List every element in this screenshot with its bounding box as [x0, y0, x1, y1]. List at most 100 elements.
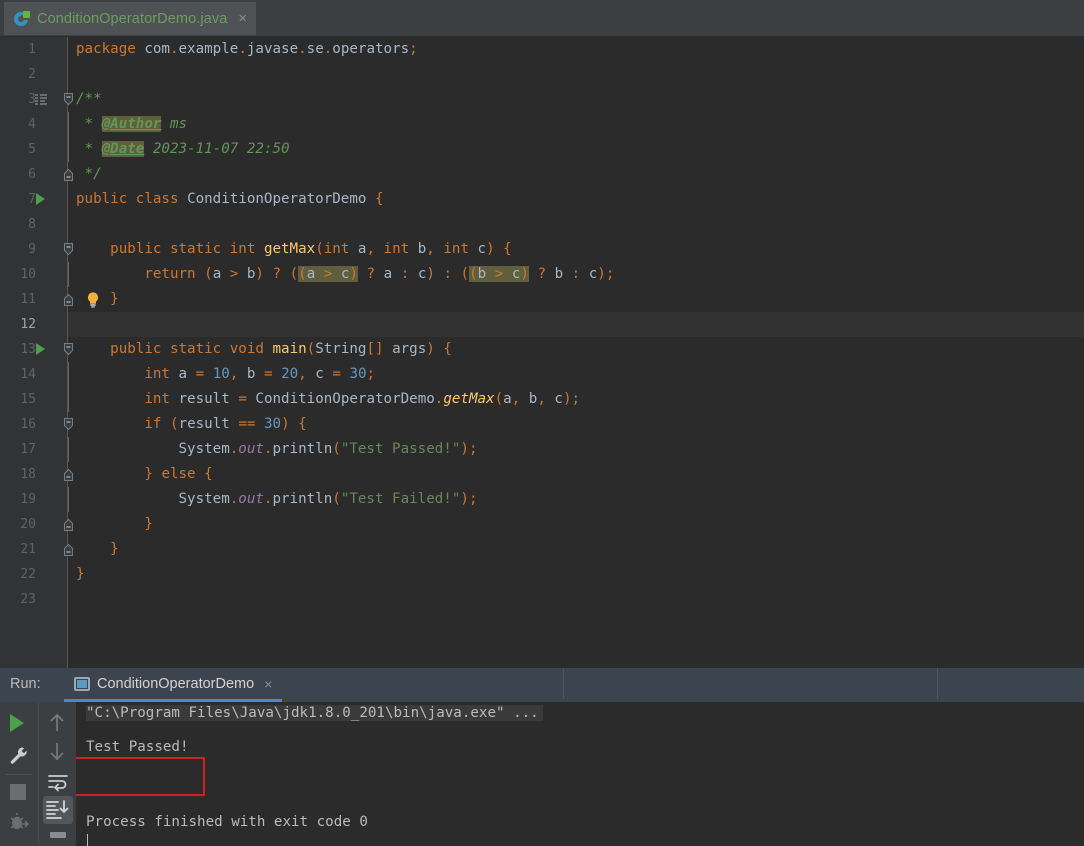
- run-configuration-icon: [74, 676, 90, 691]
- editor-tab-conditionoperatordemo[interactable]: ConditionOperatorDemo.java ×: [4, 2, 257, 35]
- line-number: 10: [20, 267, 36, 282]
- console-command-line: "C:\Program Files\Java\jdk1.8.0_201\bin\…: [86, 705, 543, 721]
- java-class-icon: [14, 10, 30, 27]
- line-number: 13: [20, 342, 36, 357]
- code-line[interactable]: 22}: [0, 562, 1084, 587]
- code-editor[interactable]: 1 package com.example.javase.se.operators…: [0, 37, 1084, 668]
- code-line[interactable]: 20 }: [0, 512, 1084, 537]
- rerun-button[interactable]: [10, 714, 24, 732]
- code-line[interactable]: 17 System.out.println("Test Passed!");: [0, 437, 1084, 462]
- line-number: 23: [20, 592, 36, 607]
- line-number: 7: [28, 192, 36, 207]
- code-line[interactable]: 4 * @Author ms: [0, 112, 1084, 137]
- console-caret: [87, 834, 88, 846]
- settings-button[interactable]: [8, 744, 30, 766]
- line-number: 14: [20, 367, 36, 382]
- up-button[interactable]: [48, 712, 66, 734]
- line-number: 8: [28, 217, 36, 232]
- code-line[interactable]: 21 }: [0, 537, 1084, 562]
- stop-button[interactable]: [10, 784, 26, 800]
- toolbar-separator: [6, 774, 32, 775]
- code-line[interactable]: 19 System.out.println("Test Failed!");: [0, 487, 1084, 512]
- code-line[interactable]: 14 int a = 10, b = 20, c = 30;: [0, 362, 1084, 387]
- line-number: 5: [28, 142, 36, 157]
- code-text: package com.example.javase.se.operators;: [76, 41, 418, 57]
- code-text: }: [76, 566, 85, 582]
- line-number: 21: [20, 542, 36, 557]
- annotation-highlight-box: [76, 757, 205, 796]
- run-gutter-icon[interactable]: [36, 343, 45, 355]
- run-tool-window: Run: ConditionOperatorDemo × "C:\Program…: [0, 668, 1084, 846]
- code-line[interactable]: 10 return (a > b) ? ((a > c) ? a : c) : …: [0, 262, 1084, 287]
- print-button[interactable]: [50, 832, 66, 838]
- code-text: if (result == 30) {: [144, 416, 307, 432]
- code-text: } else {: [144, 466, 213, 482]
- line-number: 22: [20, 567, 36, 582]
- editor-tab-label: ConditionOperatorDemo.java: [37, 10, 228, 27]
- code-text: }: [110, 291, 119, 307]
- code-line[interactable]: 2: [0, 62, 1084, 87]
- code-text: }: [144, 516, 153, 532]
- code-line[interactable]: 1 package com.example.javase.se.operators…: [0, 37, 1084, 62]
- header-divider-2: [937, 668, 938, 699]
- line-number: 4: [28, 117, 36, 132]
- code-text: System.out.println("Test Passed!");: [178, 441, 478, 457]
- line-number: 3: [28, 92, 36, 107]
- line-number: 15: [20, 392, 36, 407]
- line-number: 2: [28, 67, 36, 82]
- code-line[interactable]: 15 int result = ConditionOperatorDemo.ge…: [0, 387, 1084, 412]
- down-button[interactable]: [48, 740, 66, 762]
- code-text: * @Date 2023-11-07 22:50: [76, 141, 290, 157]
- line-number: 1: [28, 42, 36, 57]
- run-toolbar-secondary: [38, 702, 76, 846]
- code-line[interactable]: 7 public class ConditionOperatorDemo {: [0, 187, 1084, 212]
- line-number: 17: [20, 442, 36, 457]
- code-text: */: [76, 166, 102, 182]
- close-icon[interactable]: ×: [264, 676, 272, 692]
- code-line[interactable]: 18 } else {: [0, 462, 1084, 487]
- code-lines: 1 package com.example.javase.se.operators…: [0, 37, 1084, 612]
- code-text: public class ConditionOperatorDemo {: [76, 191, 384, 207]
- code-line[interactable]: 9 public static int getMax(int a, int b,…: [0, 237, 1084, 262]
- scroll-to-end-button[interactable]: [43, 796, 73, 824]
- line-number: 9: [28, 242, 36, 257]
- code-line[interactable]: 13 public static void main(String[] args…: [0, 337, 1084, 362]
- code-line[interactable]: 6 */: [0, 162, 1084, 187]
- line-number: 6: [28, 167, 36, 182]
- code-text: public static int getMax(int a, int b, i…: [110, 241, 512, 257]
- code-line[interactable]: 11 }: [0, 287, 1084, 312]
- code-line[interactable]: 12: [0, 312, 1084, 337]
- code-text: public static void main(String[] args) {: [110, 341, 452, 357]
- run-toolbar-primary: [0, 702, 38, 846]
- header-divider-1: [563, 668, 564, 699]
- soft-wrap-button[interactable]: [47, 772, 69, 792]
- code-line[interactable]: 8: [0, 212, 1084, 237]
- line-number: 16: [20, 417, 36, 432]
- code-text: }: [110, 541, 119, 557]
- code-text: /**: [76, 91, 102, 107]
- run-gutter-icon[interactable]: [36, 193, 45, 205]
- run-console-output[interactable]: "C:\Program Files\Java\jdk1.8.0_201\bin\…: [76, 702, 1084, 846]
- run-tool-window-header: Run: ConditionOperatorDemo ×: [0, 668, 1084, 702]
- code-text: * @Author ms: [76, 116, 188, 132]
- code-line[interactable]: 5 * @Date 2023-11-07 22:50: [0, 137, 1084, 162]
- code-line[interactable]: 3 /**: [0, 87, 1084, 112]
- run-label: Run:: [10, 676, 41, 692]
- line-number: 18: [20, 467, 36, 482]
- line-number: 19: [20, 492, 36, 507]
- code-text: System.out.println("Test Failed!");: [178, 491, 478, 507]
- console-output-line: Test Passed!: [86, 739, 189, 755]
- close-icon[interactable]: ×: [238, 11, 247, 26]
- intellij-window: ConditionOperatorDemo.java × 1 package co…: [0, 0, 1084, 846]
- editor-tab-bar: ConditionOperatorDemo.java ×: [0, 0, 1084, 37]
- run-tab-conditionoperatordemo[interactable]: ConditionOperatorDemo ×: [64, 668, 283, 702]
- run-tab-label: ConditionOperatorDemo: [97, 675, 255, 692]
- code-line[interactable]: 23: [0, 587, 1084, 612]
- line-number: 20: [20, 517, 36, 532]
- code-text: return (a > b) ? ((a > c) ? a : c) : ((b…: [144, 266, 615, 282]
- code-line[interactable]: 16 if (result == 30) {: [0, 412, 1084, 437]
- line-number: 11: [20, 292, 36, 307]
- debug-button[interactable]: [7, 810, 31, 834]
- console-exit-line: Process finished with exit code 0: [86, 814, 368, 830]
- javadoc-icon: [35, 94, 47, 105]
